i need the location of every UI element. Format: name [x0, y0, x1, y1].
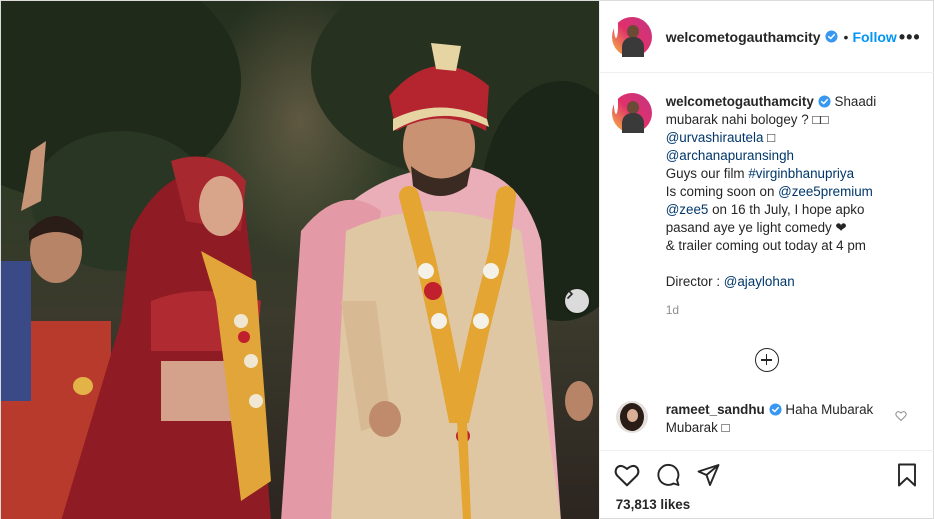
- caption-text: Shaadi: [834, 94, 877, 109]
- caption-line-7: @zee5 on 16 th July, I hope apko: [666, 201, 877, 219]
- caption-line-2: mubarak nahi bologey ? □□: [665, 112, 829, 127]
- author-username[interactable]: welcometogauthamcity: [666, 29, 821, 45]
- likes-count[interactable]: 73,813 likes: [616, 497, 690, 512]
- caption-line-3: @urvashirautela □: [666, 129, 877, 147]
- instagram-post: welcometogauthamcity • Follow ••• welcom…: [0, 0, 934, 519]
- verified-badge-icon: [818, 95, 831, 108]
- caption-text: □: [763, 130, 776, 145]
- caption-line-9: & trailer coming out today at 4 pm: [665, 238, 866, 253]
- wedding-photo-illustration: [1, 1, 599, 519]
- commenter-username[interactable]: rameet_sandhu: [666, 402, 765, 417]
- mention-link[interactable]: @zee5premium: [778, 184, 873, 199]
- mention-link[interactable]: @ajaylohan: [724, 274, 795, 289]
- separator-dot: •: [843, 28, 849, 45]
- caption-line-8: pasand aye ye light comedy ❤: [665, 220, 847, 235]
- post-timestamp[interactable]: 1d: [666, 301, 877, 319]
- caption-text: Director :: [665, 274, 724, 289]
- post-caption: welcometogauthamcity Shaadi mubarak nahi…: [666, 93, 877, 319]
- small-heart-icon[interactable]: [895, 410, 907, 422]
- commenter-avatar[interactable]: [615, 401, 648, 433]
- verified-badge-icon: [825, 30, 838, 43]
- paper-plane-icon[interactable]: [696, 463, 721, 487]
- load-more-comments-button[interactable]: [754, 348, 779, 372]
- verified-badge-icon: [769, 403, 782, 416]
- post-photo[interactable]: [1, 1, 599, 519]
- mention-link[interactable]: @urvashirautela: [666, 130, 764, 145]
- follow-button[interactable]: Follow: [852, 29, 896, 45]
- comment-icon[interactable]: [656, 463, 681, 487]
- comment-body-line-2: Mubarak □: [665, 420, 730, 435]
- next-photo-button[interactable]: [565, 289, 589, 313]
- bookmark-icon[interactable]: [896, 463, 918, 487]
- caption-text: Is coming soon on: [665, 184, 779, 199]
- caption-text: on 16 th July, I hope apko: [708, 202, 865, 217]
- post-side-panel: welcometogauthamcity • Follow ••• welcom…: [598, 1, 934, 519]
- caption-text: Guys our film: [665, 166, 749, 181]
- caption-line-1: welcometogauthamcity Shaadi: [666, 93, 877, 111]
- chevron-right-icon: [567, 289, 574, 299]
- caption-director-line: Director : @ajaylohan: [666, 273, 877, 291]
- post-header: welcometogauthamcity • Follow •••: [599, 1, 934, 73]
- caption-line-4: @archanapuransingh: [666, 147, 877, 165]
- comment-body: Haha Mubarak: [781, 402, 874, 417]
- caption-username[interactable]: welcometogauthamcity: [666, 94, 814, 109]
- comment-text: rameet_sandhu Haha Mubarak Mubarak □: [666, 401, 886, 437]
- caption-block: welcometogauthamcity Shaadi mubarak nahi…: [611, 93, 922, 319]
- heart-icon[interactable]: [614, 463, 640, 487]
- comment-item: rameet_sandhu Haha Mubarak Mubarak □: [615, 401, 916, 437]
- author-avatar[interactable]: [611, 16, 652, 57]
- hashtag-link[interactable]: #virginbhanupriya: [748, 166, 854, 181]
- more-options-icon[interactable]: •••: [899, 27, 921, 48]
- caption-line-6: Is coming soon on @zee5premium: [666, 183, 877, 201]
- mention-link[interactable]: @zee5: [666, 202, 709, 217]
- post-actions-bar: 73,813 likes: [599, 450, 934, 519]
- caption-author-avatar[interactable]: [611, 93, 652, 133]
- caption-line-5: Guys our film #virginbhanupriya: [666, 165, 877, 183]
- mention-link[interactable]: @archanapuransingh: [666, 148, 794, 163]
